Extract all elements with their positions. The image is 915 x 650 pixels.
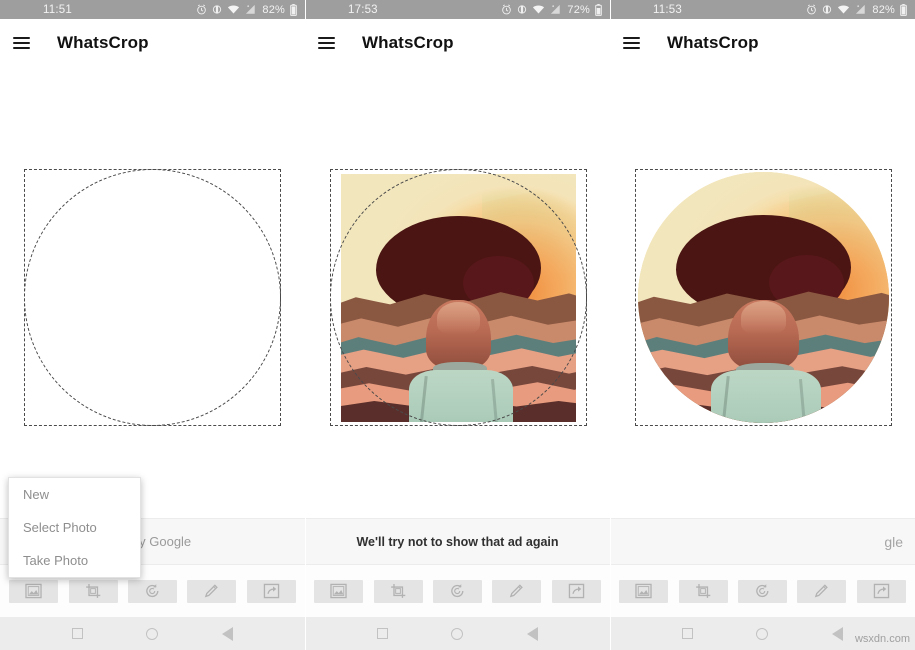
alarm-icon: [196, 4, 207, 15]
pencil-icon[interactable]: [797, 579, 847, 603]
status-time: 11:53: [653, 3, 682, 16]
home-button[interactable]: [756, 627, 769, 640]
status-bar-2: 17:53 72%: [305, 0, 610, 19]
android-nav-bar-2: [305, 617, 610, 650]
vibrate-icon: [822, 4, 832, 15]
status-time: 17:53: [348, 3, 378, 16]
crop-icon[interactable]: [373, 579, 423, 603]
rotate-icon[interactable]: [127, 579, 177, 603]
phone-panel-2: 17:53 72% WhatsCrop We'll try not to sho…: [305, 0, 610, 650]
battery-percent: 82%: [872, 3, 895, 16]
app-bar-2: WhatsCrop: [305, 19, 610, 66]
photo-source-menu[interactable]: New Select Photo Take Photo: [8, 477, 141, 578]
battery-percent: 72%: [567, 3, 590, 16]
ad-banner-2[interactable]: We'll try not to show that ad again: [305, 518, 610, 565]
back-button[interactable]: [527, 626, 539, 641]
app-title: WhatsCrop: [57, 32, 149, 52]
recents-button[interactable]: [71, 628, 83, 639]
back-button[interactable]: [832, 626, 844, 641]
share-icon[interactable]: [246, 579, 296, 603]
phone-panel-1: 11:51 82% WhatsCrop ed by Google New Sel…: [0, 0, 305, 650]
phone-panel-3: 11:53 82% WhatsCrop gle: [610, 0, 915, 650]
crop-circle-guide: [330, 169, 587, 426]
screenshot-root: 11:51 82% WhatsCrop ed by Google New Sel…: [0, 0, 915, 650]
vibrate-icon: [517, 4, 527, 15]
home-button[interactable]: [146, 627, 159, 640]
battery-icon: [900, 3, 907, 16]
ad-banner-3[interactable]: gle: [610, 518, 915, 565]
status-icons: 82%: [806, 3, 907, 16]
battery-percent: 82%: [262, 3, 285, 16]
crop-circle-guide: [24, 169, 281, 426]
share-icon[interactable]: [551, 579, 601, 603]
pencil-icon[interactable]: [492, 579, 542, 603]
app-bar-1: WhatsCrop: [0, 19, 305, 66]
ad-label: gle: [884, 533, 903, 550]
panel-divider: [305, 0, 306, 650]
back-button[interactable]: [222, 626, 234, 641]
alarm-icon: [806, 4, 817, 15]
wifi-icon: [532, 4, 545, 15]
crop-canvas-2[interactable]: [330, 169, 587, 426]
menu-item-take-photo[interactable]: Take Photo: [9, 544, 140, 577]
share-icon[interactable]: [856, 579, 906, 603]
hamburger-icon[interactable]: [623, 36, 640, 49]
menu-item-label: Take Photo: [23, 553, 89, 568]
image-icon[interactable]: [619, 579, 669, 603]
home-button[interactable]: [451, 627, 464, 640]
battery-icon: [595, 3, 602, 16]
menu-item-label: New: [23, 487, 50, 502]
rotate-icon[interactable]: [737, 579, 787, 603]
status-time: 11:51: [43, 3, 72, 16]
signal-icon: [550, 4, 561, 15]
crop-canvas-3[interactable]: [635, 169, 892, 426]
crop-icon[interactable]: [678, 579, 728, 603]
bottom-toolbar-3: [610, 565, 915, 617]
status-bar-1: 11:51 82%: [0, 0, 305, 19]
hamburger-icon[interactable]: [318, 36, 335, 49]
vibrate-icon: [212, 4, 222, 15]
image-icon[interactable]: [9, 579, 59, 603]
menu-item-new[interactable]: New: [9, 478, 140, 511]
menu-item-label: Select Photo: [23, 520, 97, 535]
crop-canvas-1[interactable]: [24, 169, 281, 426]
pencil-icon[interactable]: [187, 579, 237, 603]
menu-item-select-photo[interactable]: Select Photo: [9, 511, 140, 544]
rotate-icon[interactable]: [432, 579, 482, 603]
image-icon[interactable]: [314, 579, 364, 603]
crop-icon[interactable]: [68, 579, 118, 603]
crop-frame-outline: [635, 169, 892, 426]
android-nav-bar-1: [0, 617, 305, 650]
alarm-icon: [501, 4, 512, 15]
watermark: wsxdn.com: [854, 633, 910, 645]
app-title: WhatsCrop: [362, 32, 454, 52]
app-bar-3: WhatsCrop: [610, 19, 915, 66]
ad-message: We'll try not to show that ad again: [356, 534, 559, 549]
status-icons: 72%: [501, 3, 602, 16]
signal-icon: [245, 4, 256, 15]
wifi-icon: [837, 4, 850, 15]
wifi-icon: [227, 4, 240, 15]
signal-icon: [855, 4, 866, 15]
panel-divider: [610, 0, 611, 650]
app-title: WhatsCrop: [667, 32, 759, 52]
hamburger-icon[interactable]: [13, 36, 30, 49]
recents-button[interactable]: [681, 628, 693, 639]
battery-icon: [290, 3, 297, 16]
status-icons: 82%: [196, 3, 297, 16]
status-bar-3: 11:53 82%: [610, 0, 915, 19]
recents-button[interactable]: [376, 628, 388, 639]
bottom-toolbar-2: [305, 565, 610, 617]
